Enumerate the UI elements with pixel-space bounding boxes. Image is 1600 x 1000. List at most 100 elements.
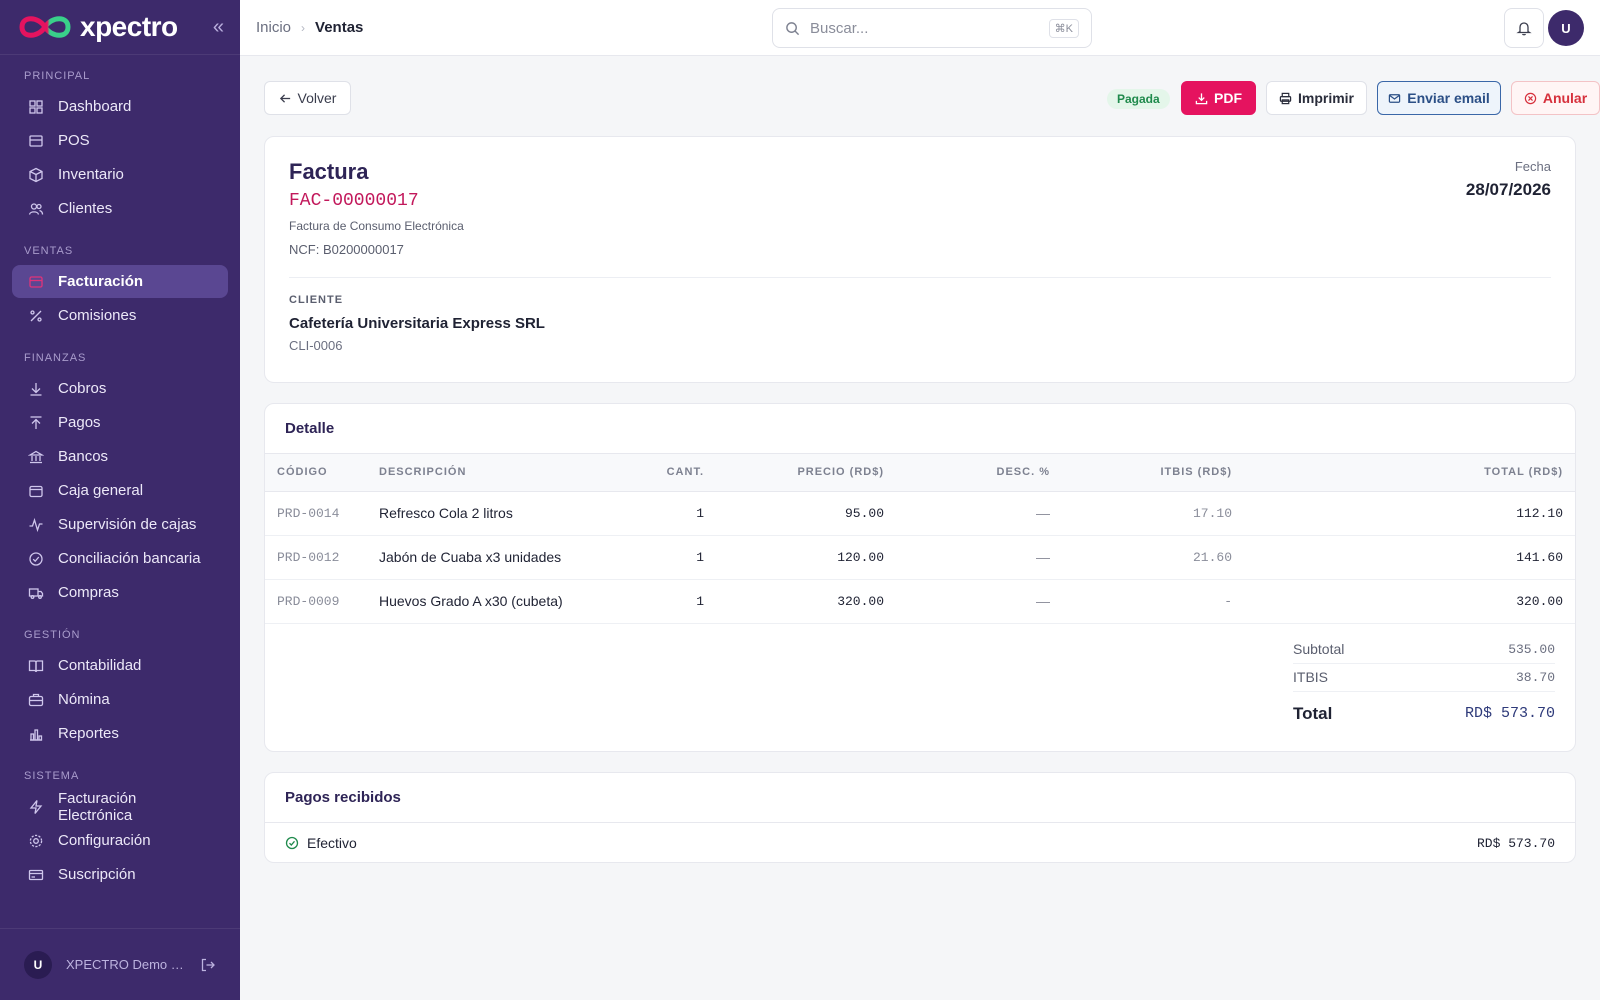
payments-title: Pagos recibidos [265,773,1575,823]
check-circle-icon [285,836,299,850]
collapse-sidebar-icon[interactable]: « [213,16,224,39]
x-circle-icon [1524,92,1537,104]
book-icon [28,659,44,672]
topbar: Inicio › Ventas ⌘K U [240,0,1600,56]
sidebar-item-caja-general[interactable]: Caja general [12,474,228,507]
sidebar-nav: PRINCIPAL Dashboard POS Inventario Clien… [0,56,240,928]
search-icon [786,21,800,35]
sidebar-item-comisiones[interactable]: Comisiones [12,299,228,332]
breadcrumb: Inicio › Ventas [256,19,363,36]
box-icon [29,167,43,182]
wallet-icon [29,485,43,497]
sidebar-item-label: Clientes [58,200,113,217]
table-row: PRD-0009 Huevos Grado A x30 (cubeta) 1 3… [265,579,1575,624]
credit-card-icon [28,869,44,880]
column-header: CÓDIGO [265,454,367,492]
sidebar-item-label: POS [58,132,90,149]
payment-row: Efectivo RD$ 573.70 [265,823,1575,863]
section-title: FINANZAS [24,352,87,364]
search-shortcut: ⌘K [1048,18,1079,38]
cell-total: 320.00 [1244,579,1575,624]
sidebar-item-facturacion[interactable]: Facturación [12,265,228,298]
invoice-type: Factura de Consumo Electrónica [289,219,464,233]
sidebar-item-label: Facturación [58,273,144,290]
divider [289,277,1551,278]
avatar[interactable]: U [24,950,52,979]
sidebar-item-configuracion[interactable]: Configuración [12,824,228,857]
cell-description: Jabón de Cuaba x3 unidades [367,535,607,580]
brand-name: xpectro [80,11,178,42]
sidebar-item-reportes[interactable]: Reportes [12,717,228,750]
invoice-date: 28/07/2026 [1465,180,1551,199]
breadcrumb-current: Ventas [315,19,364,36]
sidebar-item-facturacion-electronica[interactable]: Facturación Electrónica [12,789,228,824]
sidebar-item-contabilidad[interactable]: Contabilidad [12,649,228,682]
sidebar-item-bancos[interactable]: Bancos [12,440,228,473]
totals-box: Subtotal 535.00 ITBIS 38.70 Total RD$ 57… [1293,624,1555,736]
sidebar-item-conciliacion[interactable]: Conciliación bancaria [12,542,228,575]
cell-discount: — [896,491,1062,536]
back-button[interactable]: Volver [264,81,351,115]
section-title: GESTIÓN [24,629,81,641]
cell-total: 112.10 [1244,491,1575,536]
search-input[interactable] [810,19,1049,37]
sidebar-item-inventario[interactable]: Inventario [12,158,228,191]
pdf-button[interactable]: PDF [1181,81,1256,115]
sidebar-item-label: Suscripción [58,866,136,883]
payment-method: Efectivo [307,835,357,851]
subtotal-value: 535.00 [1508,641,1555,657]
sidebar-item-clientes[interactable]: Clientes [12,192,228,225]
logout-icon[interactable] [200,957,216,973]
sidebar-item-pagos[interactable]: Pagos [12,406,228,439]
sidebar-item-label: Comisiones [58,307,137,324]
table-row: PRD-0014 Refresco Cola 2 litros 1 95.00 … [265,491,1575,536]
sidebar-item-compras[interactable]: Compras [12,576,228,609]
invoice-icon [29,275,43,288]
chevron-right-icon: › [301,20,306,35]
sidebar-item-cobros[interactable]: Cobros [12,372,228,405]
search-box[interactable]: ⌘K [772,8,1092,48]
back-label: Volver [297,90,337,106]
status-badge: Pagada [1107,89,1170,109]
table-row: PRD-0012 Jabón de Cuaba x3 unidades 1 12… [265,535,1575,580]
activity-icon [29,517,43,532]
gear-icon [29,834,43,847]
invoice-title: Factura [289,159,369,184]
breadcrumb-home[interactable]: Inicio [256,19,291,36]
briefcase-icon [28,693,44,706]
detail-table: CÓDIGO DESCRIPCIÓN CANT. PRECIO (RD$) DE… [265,454,1575,624]
subtotal-label: Subtotal [1293,641,1345,657]
column-header: DESCRIPCIÓN [367,454,607,492]
cell-quantity: 1 [607,491,716,536]
cell-total: 141.60 [1244,535,1575,580]
column-header: CANT. [607,454,716,492]
sidebar-item-label: Facturación Electrónica [58,789,137,824]
cell-description: Refresco Cola 2 litros [367,491,607,536]
sidebar-item-pos[interactable]: POS [12,124,228,157]
total-row: Total RD$ 573.70 [1293,692,1555,736]
sidebar-item-nomina[interactable]: Nómina [12,683,228,716]
sidebar-item-dashboard[interactable]: Dashboard [12,90,228,123]
notifications-button[interactable] [1504,8,1544,48]
print-button[interactable]: Imprimir [1266,81,1367,115]
infinity-logo-icon [19,16,71,38]
sidebar-item-label: Dashboard [58,98,132,115]
cell-price: 95.00 [716,491,896,536]
total-label: Total [1293,703,1333,723]
void-button[interactable]: Anular [1511,81,1600,115]
sidebar-item-label: Configuración [58,832,151,849]
sidebar-item-label: Pagos [58,414,101,431]
itbis-label: ITBIS [1293,669,1329,685]
cell-discount: — [896,535,1062,580]
pdf-label: PDF [1214,90,1242,106]
user-avatar[interactable]: U [1548,10,1584,46]
sidebar-item-supervision-cajas[interactable]: Supervisión de cajas [12,508,228,541]
cell-itbis: - [1062,579,1244,624]
bell-icon [1516,22,1532,36]
store-icon [29,134,43,147]
send-email-label: Enviar email [1407,90,1490,106]
payment-amount: RD$ 573.70 [1476,835,1555,851]
sidebar-item-suscripcion[interactable]: Suscripción [12,858,228,891]
send-email-button[interactable]: Enviar email [1377,81,1501,115]
section-title: SISTEMA [24,770,80,782]
